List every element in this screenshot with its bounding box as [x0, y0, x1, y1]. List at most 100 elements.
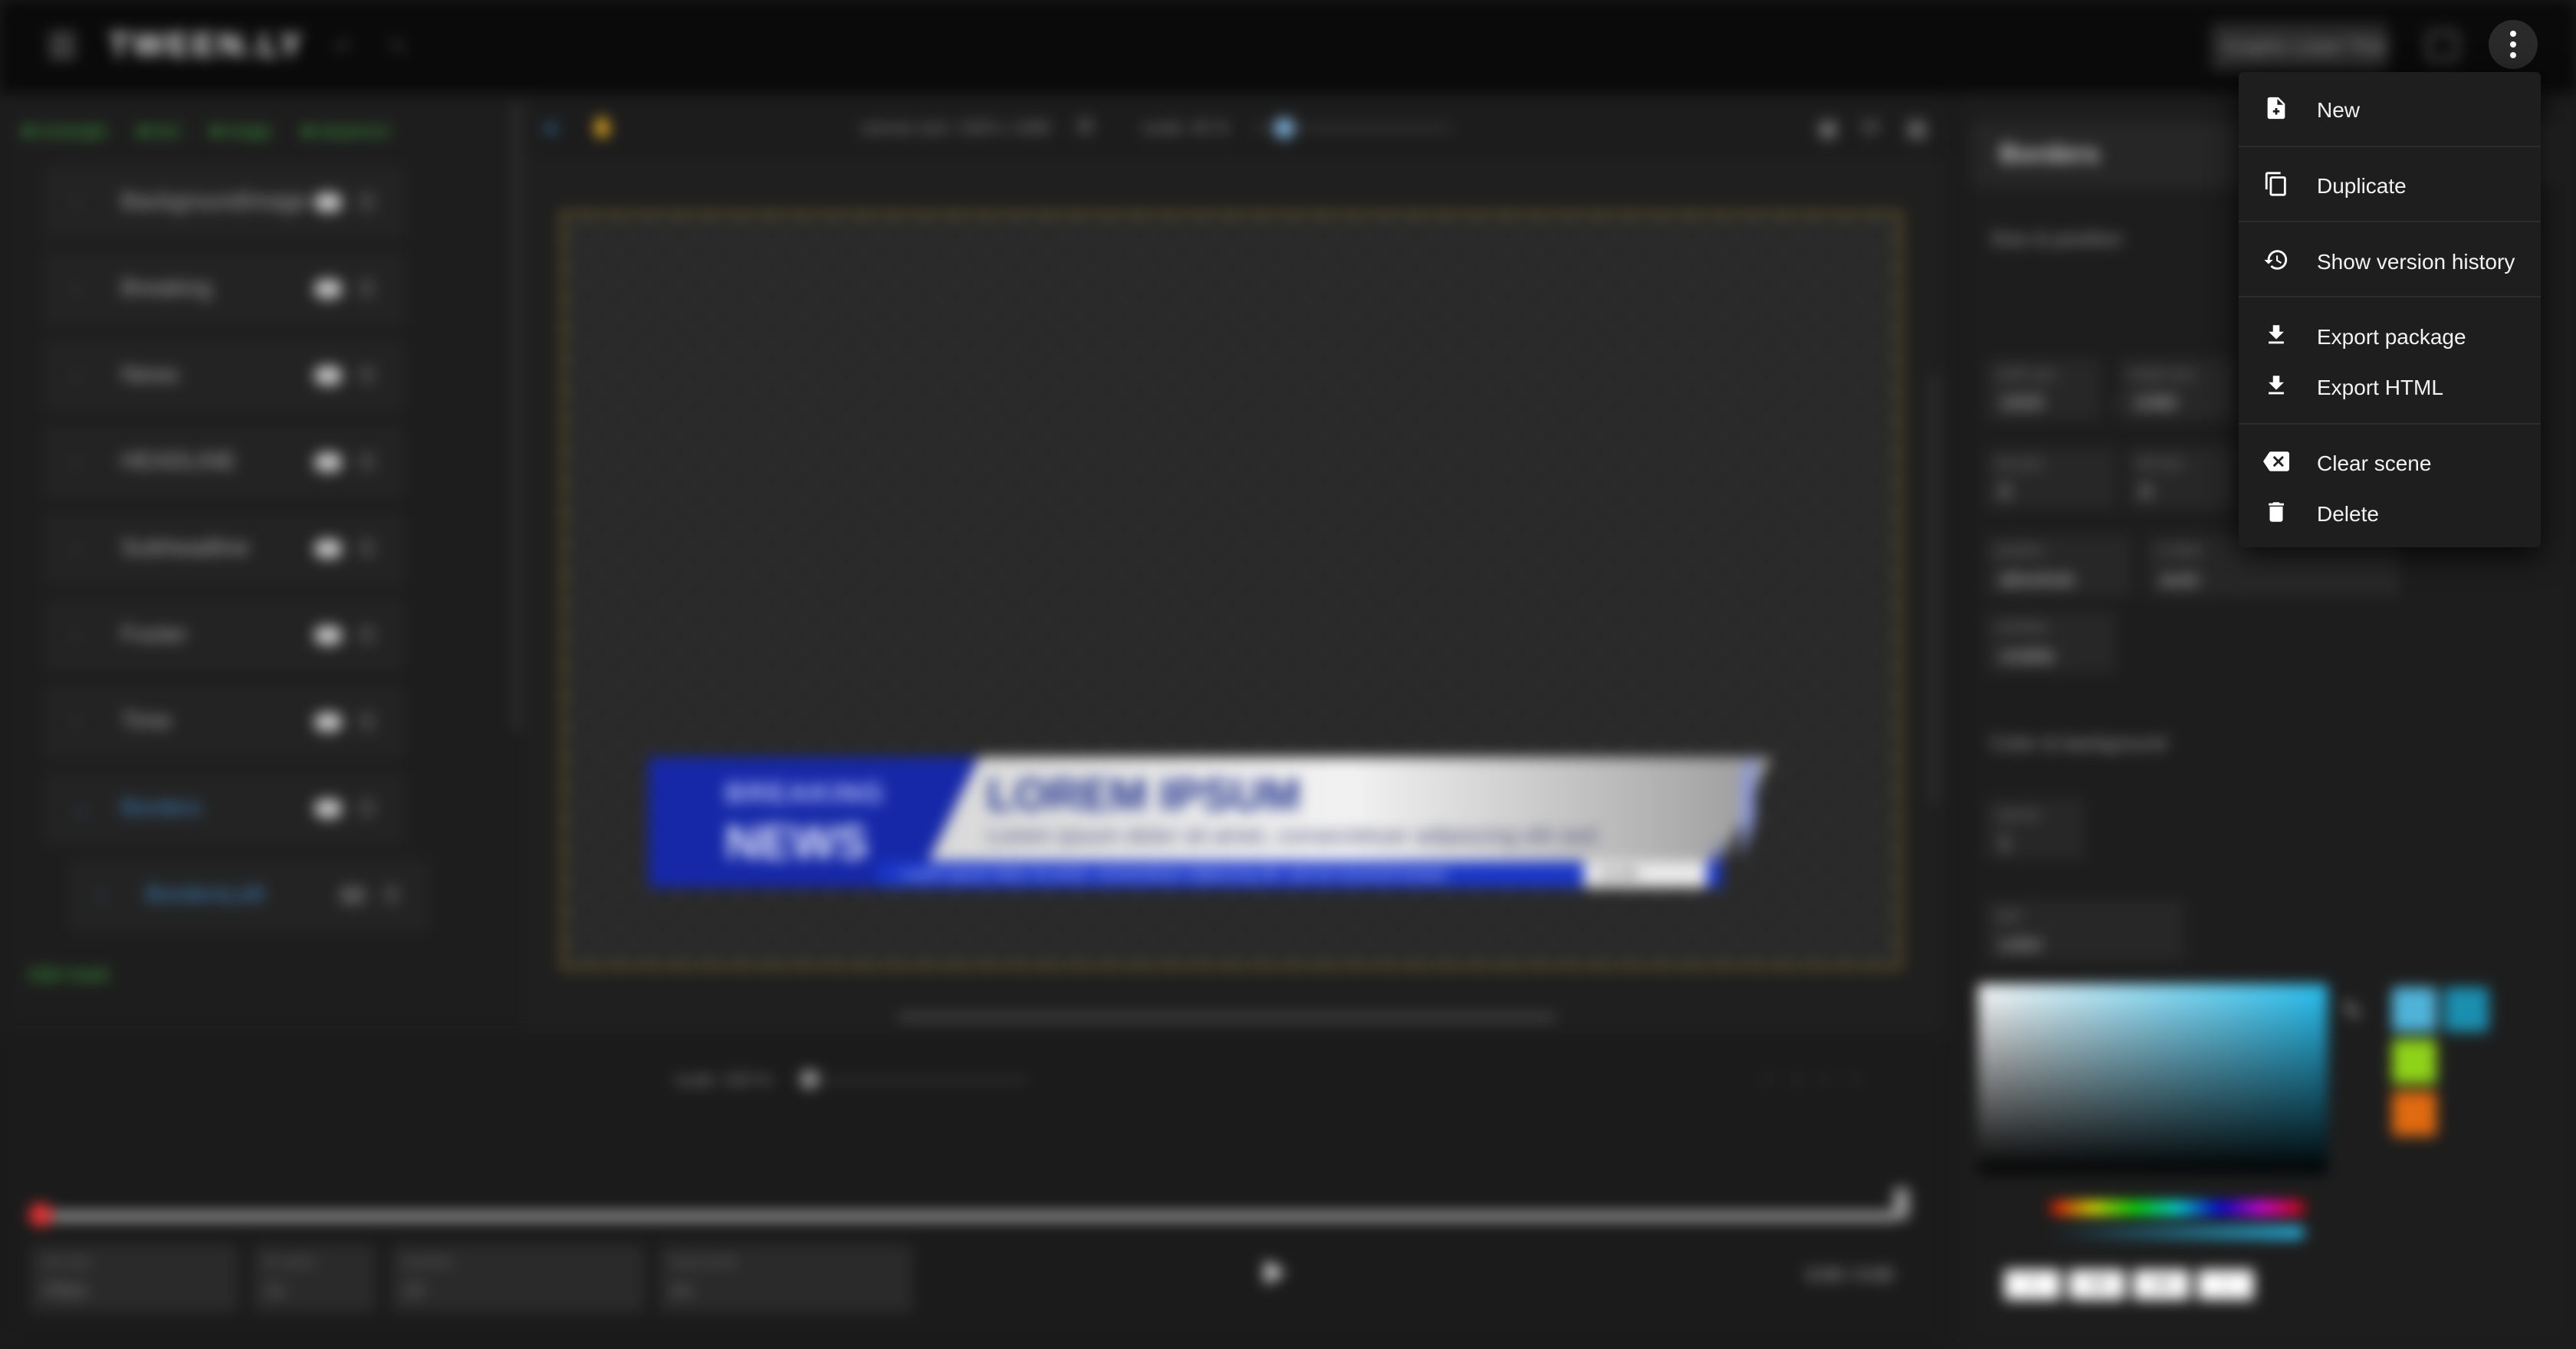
- eye-off-icon[interactable]: [339, 886, 366, 904]
- layer-row[interactable]: › News ⚿: [44, 339, 405, 412]
- lock-icon[interactable]: ⚿: [359, 796, 375, 822]
- alpha-input[interactable]: 1: [2197, 1269, 2254, 1300]
- scene-name-field[interactable]: Graphic Lower Third: [2211, 23, 2387, 71]
- chevron-right-icon[interactable]: ›: [74, 192, 80, 213]
- menu-item-export-html[interactable]: Export HTML: [2239, 360, 2541, 411]
- duration-field[interactable]: duration 10: [391, 1245, 644, 1312]
- select-tool-icon[interactable]: ➤: [543, 117, 560, 140]
- color-swatch[interactable]: [2392, 1039, 2436, 1084]
- layer-row[interactable]: › Breaking ⚿: [44, 252, 405, 326]
- chevron-right-icon[interactable]: ›: [74, 278, 80, 300]
- type-select[interactable]: type color: [1986, 900, 2185, 961]
- color-swatch[interactable]: [2392, 1091, 2436, 1136]
- hand-tool-icon[interactable]: ✋: [590, 115, 615, 139]
- chevron-right-icon[interactable]: ›: [74, 365, 80, 386]
- layer-name: Footer: [121, 622, 188, 647]
- timeline-end-handle[interactable]: [1894, 1188, 1909, 1219]
- add-rectangle-button[interactable]: rectangle: [23, 121, 107, 141]
- layers-scrollbar[interactable]: [514, 103, 520, 731]
- loop-field[interactable]: loop-count no: [659, 1245, 912, 1312]
- size-position-title: Size & position: [1990, 227, 2122, 250]
- hamburger-icon[interactable]: [49, 34, 75, 60]
- play-icon[interactable]: [1265, 1260, 1285, 1285]
- add-image-button[interactable]: image: [211, 121, 271, 141]
- height-field[interactable]: height (px) 1080: [2119, 359, 2234, 420]
- left-field[interactable]: left (px) 0: [2127, 448, 2234, 509]
- lock-icon[interactable]: ⚿: [359, 363, 375, 389]
- more-vert-icon[interactable]: [2489, 20, 2538, 69]
- blue-input[interactable]: 245: [2133, 1269, 2190, 1300]
- lock-icon[interactable]: ⚿: [383, 883, 399, 908]
- canvas-horizontal-scrollbar[interactable]: [897, 1013, 1556, 1021]
- eye-icon[interactable]: [314, 366, 342, 385]
- layer-row[interactable]: › HEADLINE ⚿: [44, 425, 405, 499]
- layer-row-selected[interactable]: ⌄ Borders ⚿: [44, 772, 405, 845]
- timeline-track[interactable]: [37, 1213, 1900, 1220]
- canvas-vertical-scrollbar[interactable]: [1930, 374, 1938, 803]
- menu-item-duplicate[interactable]: Duplicate: [2239, 159, 2541, 209]
- eye-icon[interactable]: [314, 193, 342, 212]
- eyedropper-icon[interactable]: ✎: [2341, 996, 2364, 1027]
- overflow-select[interactable]: overflow visible: [1986, 612, 2116, 673]
- lock-icon[interactable]: ⚿: [359, 450, 375, 475]
- save-icon[interactable]: [2427, 31, 2458, 61]
- add-text-button[interactable]: text: [138, 121, 179, 141]
- timeline-scale-slider[interactable]: [797, 1070, 1027, 1088]
- menu-item-delete[interactable]: Delete: [2239, 487, 2541, 537]
- menu-item-clear-scene[interactable]: Clear scene: [2239, 436, 2541, 487]
- lock-icon[interactable]: ⚿: [359, 623, 375, 648]
- green-input[interactable]: 195: [2068, 1269, 2125, 1300]
- undo-icon[interactable]: ↶: [334, 35, 352, 61]
- refresh-icon[interactable]: ⟳: [1861, 115, 1881, 142]
- top-field[interactable]: top (px) 0: [1986, 448, 2116, 509]
- eye-icon[interactable]: [314, 540, 342, 558]
- frame-rate-select[interactable]: set-rate 30fps: [31, 1245, 238, 1312]
- canvas-scale-slider[interactable]: [1253, 118, 1452, 138]
- canvas-stage[interactable]: BREAKING NEWS LOREM IPSUM Lorem ipsum do…: [561, 212, 1901, 969]
- opacity-field[interactable]: opacity 1: [1986, 799, 2085, 860]
- color-swatch[interactable]: [2444, 987, 2489, 1032]
- eye-icon[interactable]: [314, 453, 342, 471]
- layer-row-child[interactable]: › BordersLeft ⚿: [69, 858, 429, 932]
- redo-icon[interactable]: ↷: [388, 35, 406, 61]
- chevron-right-icon[interactable]: ›: [98, 885, 104, 906]
- slider-knob[interactable]: [1274, 118, 1294, 138]
- chevron-right-icon[interactable]: ›: [74, 451, 80, 473]
- width-field[interactable]: width (px) 1920: [1986, 359, 2101, 420]
- fit-screen-icon[interactable]: ▣: [1817, 115, 1838, 142]
- position-select[interactable]: position absolute: [1986, 535, 2131, 596]
- lock-icon[interactable]: ⚿: [359, 277, 375, 302]
- color-picker-gradient[interactable]: [1978, 984, 2328, 1174]
- lock-icon[interactable]: ⚿: [359, 190, 375, 215]
- alpha-slider[interactable]: [2050, 1226, 2305, 1239]
- add-mask-button[interactable]: Add mask: [28, 964, 110, 986]
- chevron-down-icon[interactable]: ⌄: [74, 798, 89, 820]
- add-sequence-button[interactable]: sequence: [302, 121, 390, 141]
- lock-icon[interactable]: ⚿: [359, 710, 375, 735]
- hue-slider[interactable]: [2050, 1202, 2305, 1214]
- color-swatch[interactable]: [2392, 987, 2436, 1032]
- eye-icon[interactable]: [314, 713, 342, 731]
- chevron-right-icon[interactable]: ›: [74, 538, 80, 560]
- eye-icon[interactable]: [314, 799, 342, 818]
- playhead[interactable]: [29, 1203, 52, 1226]
- chevron-right-icon[interactable]: ›: [74, 625, 80, 646]
- lower-third-graphic[interactable]: BREAKING NEWS LOREM IPSUM Lorem ipsum do…: [649, 757, 1952, 911]
- grid-icon[interactable]: ▦: [1906, 115, 1927, 142]
- slider-knob[interactable]: [800, 1070, 819, 1088]
- layer-row[interactable]: › Footer ⚿: [44, 599, 405, 672]
- red-input[interactable]: 0: [2004, 1269, 2061, 1300]
- menu-item-version-history[interactable]: Show version history: [2239, 235, 2541, 285]
- layer-row[interactable]: › BackgroundImage ⚿: [44, 166, 405, 239]
- eye-icon[interactable]: [314, 280, 342, 298]
- gear-icon[interactable]: ⚙: [1075, 113, 1096, 140]
- speed-select[interactable]: fix-sped 1x: [253, 1245, 376, 1312]
- menu-item-export-package[interactable]: Export package: [2239, 310, 2541, 360]
- eye-icon[interactable]: [314, 626, 342, 645]
- timeline-tools[interactable]: ▫▫▫▫: [1763, 1067, 1880, 1091]
- layer-row[interactable]: › Subheadline ⚿: [44, 512, 405, 586]
- chevron-right-icon[interactable]: ›: [74, 711, 80, 733]
- menu-item-new[interactable]: New: [2239, 83, 2541, 133]
- lock-icon[interactable]: ⚿: [359, 537, 375, 562]
- layer-row[interactable]: › Time ⚿: [44, 685, 405, 759]
